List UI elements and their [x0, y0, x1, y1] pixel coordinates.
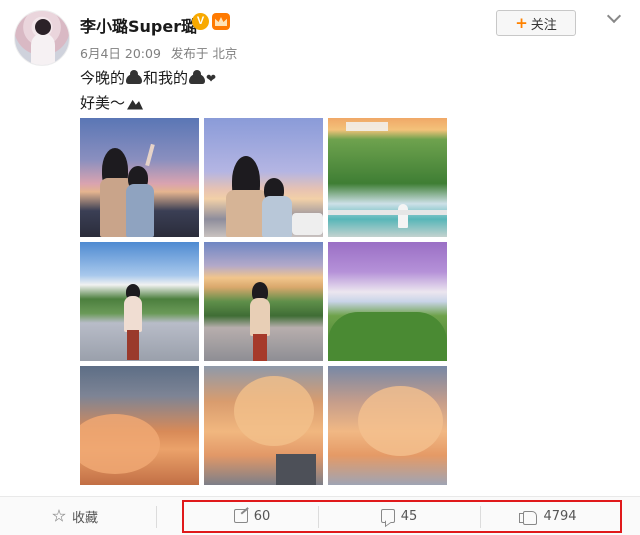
post-header: 李小璐Super璐 V 6月4日 20:09 发布于 北京 + 关注	[0, 0, 640, 70]
post-text-line1: 今晚的 和我的 ❤	[80, 67, 216, 88]
follow-label: 关注	[530, 17, 557, 33]
post-text-line2: 好美～	[80, 92, 144, 113]
favorite-button[interactable]: 收藏	[48, 497, 102, 535]
follow-button[interactable]: + 关注	[496, 10, 576, 36]
cloud-icon	[126, 69, 143, 84]
favorite-label: 收藏	[71, 510, 98, 526]
chevron-down-icon[interactable]	[606, 9, 622, 25]
cloud-icon	[189, 69, 206, 84]
image-thumb[interactable]	[328, 242, 447, 361]
avatar-figure-head	[35, 19, 51, 35]
plus-icon: +	[515, 14, 528, 32]
highlight-box	[182, 500, 622, 533]
username[interactable]: 李小璐Super璐	[80, 13, 197, 37]
heart-text: ❤	[206, 71, 217, 86]
star-icon	[52, 509, 66, 522]
image-grid	[80, 118, 447, 486]
verified-badge-icon: V	[192, 13, 209, 30]
post-source: 发布于 北京	[170, 46, 238, 61]
post-date[interactable]: 6月4日 20:09	[80, 46, 161, 61]
sunset-mountain-icon	[127, 99, 144, 110]
image-thumb[interactable]	[328, 366, 447, 485]
image-thumb[interactable]	[80, 118, 199, 237]
image-thumb[interactable]	[328, 118, 447, 237]
avatar[interactable]	[14, 10, 70, 66]
image-thumb[interactable]	[80, 242, 199, 361]
image-thumb[interactable]	[80, 366, 199, 485]
vip-crown-icon	[212, 13, 230, 30]
post-text-segment: 好美～	[80, 94, 126, 112]
image-thumb[interactable]	[204, 366, 323, 485]
image-thumb[interactable]	[204, 242, 323, 361]
post-meta: 6月4日 20:09 发布于 北京	[80, 43, 243, 62]
avatar-figure-body	[31, 33, 55, 65]
divider	[156, 506, 157, 528]
post-text-segment: 今晚的	[80, 69, 126, 87]
image-thumb[interactable]	[204, 118, 323, 237]
post-text-segment: 和我的	[143, 69, 189, 87]
